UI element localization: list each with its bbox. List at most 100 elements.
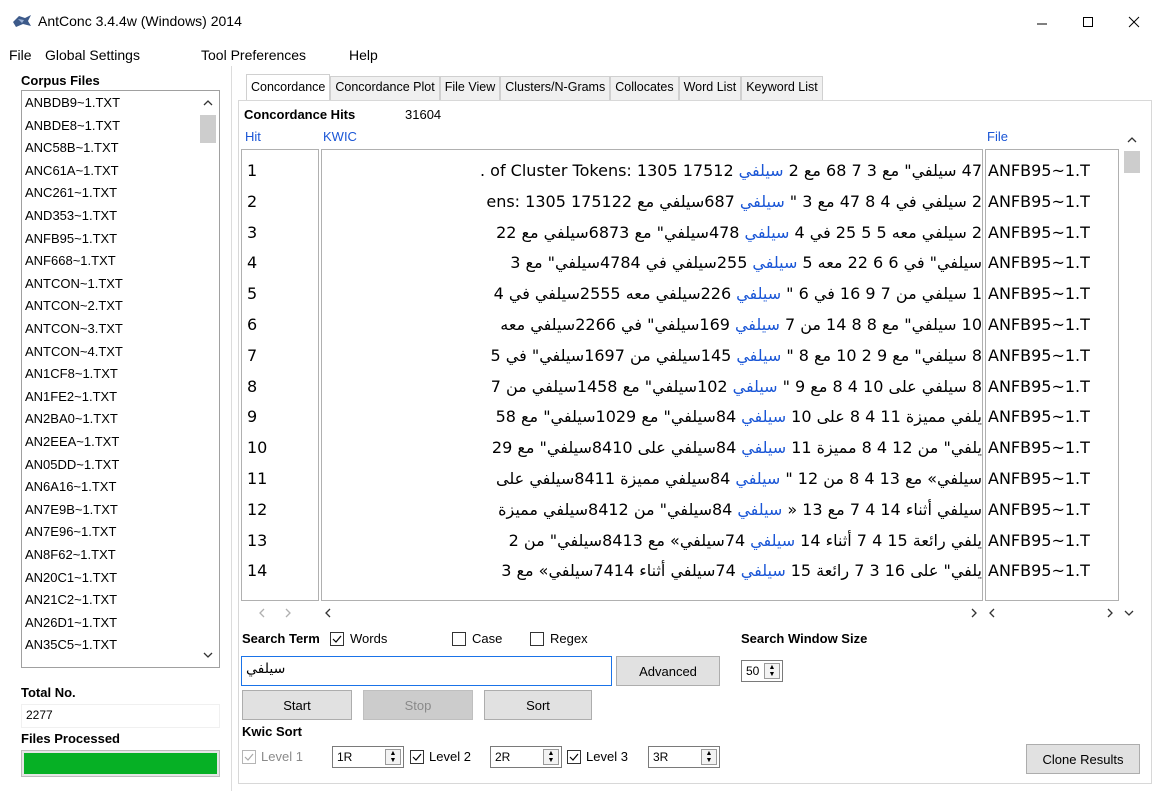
corpus-file-item[interactable]: AN2BA0~1.TXT — [25, 411, 118, 426]
search-term-input[interactable]: سيلفي — [241, 656, 612, 686]
kwic-line[interactable]: 84سيلفي مميزة 8411سيلفي على سيلفي سيلفي» م… — [496, 469, 982, 489]
file-name[interactable]: ANFB95~1.T — [988, 377, 1090, 397]
kwic-line[interactable]: 17512 1305 :of Cluster Tokens . سيلفي 47 س… — [480, 161, 982, 181]
kwic-keyword[interactable]: سيلفي — [735, 315, 780, 334]
kwic-keyword[interactable]: سيلفي — [740, 192, 785, 211]
file-name[interactable]: ANFB95~1.T — [988, 346, 1090, 366]
hit-number[interactable]: 1 — [247, 161, 257, 181]
spin-down-icon[interactable]: ▼ — [544, 757, 558, 764]
hit-number[interactable]: 10 — [247, 438, 267, 458]
tab-collocates[interactable]: Collocates — [610, 76, 679, 100]
corpus-file-item[interactable]: AN7E96~1.TXT — [25, 524, 116, 539]
words-checkbox[interactable] — [330, 632, 344, 646]
corpus-file-item[interactable]: ANTCON~3.TXT — [25, 321, 123, 336]
level3-checkbox[interactable] — [567, 750, 581, 764]
kwic-line[interactable]: 84سيلفي" من 8412سيلفي مميزة سيلفي سيلفي أث… — [498, 500, 982, 520]
file-name[interactable]: ANFB95~1.T — [988, 253, 1090, 273]
scroll-up-icon[interactable] — [1121, 131, 1143, 147]
advanced-button[interactable]: Advanced — [616, 656, 720, 686]
hit-number[interactable]: 5 — [247, 284, 257, 304]
menu-help[interactable]: Help — [349, 47, 378, 63]
corpus-file-item[interactable]: ANTCON~4.TXT — [25, 344, 123, 359]
corpus-list-scroll-thumb[interactable] — [200, 115, 216, 143]
file-column[interactable]: ANFB95~1.T ANFB95~1.T ANFB95~1.T ANFB95~1.T… — [985, 149, 1119, 601]
level1-checkbox[interactable] — [242, 750, 256, 764]
file-name[interactable]: ANFB95~1.T — [988, 407, 1090, 427]
corpus-file-item[interactable]: AN7E9B~1.TXT — [25, 502, 118, 517]
kwic-keyword[interactable]: سيلفي — [739, 161, 784, 180]
clone-results-button[interactable]: Clone Results — [1026, 744, 1140, 774]
kwic-line[interactable]: 226سيلفي معه 2555سيلفي في 4 سيلفي 1 سيلفي … — [494, 284, 982, 304]
kwic-hscroll[interactable] — [322, 604, 982, 622]
kwic-line[interactable]: 169سيلفي" في 2266سيلفي معه سيلفي 10 سيلفي"… — [500, 315, 982, 335]
corpus-file-item[interactable]: ANTCON~1.TXT — [25, 276, 123, 291]
hit-number[interactable]: 11 — [247, 469, 267, 489]
tab-word-list[interactable]: Word List — [678, 76, 742, 100]
corpus-file-item[interactable]: ANBDE8~1.TXT — [25, 118, 120, 133]
hit-number[interactable]: 2 — [247, 192, 257, 212]
tab-file-view[interactable]: File View — [439, 76, 501, 100]
file-name[interactable]: ANFB95~1.T — [988, 500, 1090, 520]
corpus-file-list[interactable]: AN35C5~1.TXT AN26D1~1.TXT AN21C2~1.TXT AN20… — [21, 90, 220, 668]
spinner-arrows[interactable]: ▲ ▼ — [701, 749, 717, 765]
corpus-file-item[interactable]: AN26D1~1.TXT — [25, 615, 117, 630]
tab-keyword-list[interactable]: Keyword List — [741, 76, 823, 100]
kwic-keyword[interactable]: سيلفي — [741, 561, 786, 580]
menu-global-settings[interactable]: Global Settings — [45, 47, 140, 63]
corpus-file-item[interactable]: AN05DD~1.TXT — [25, 457, 119, 472]
corpus-list-scrollbar[interactable] — [197, 91, 219, 667]
corpus-file-item[interactable]: AN2EEA~1.TXT — [25, 434, 119, 449]
kwic-keyword[interactable]: سيلفي — [741, 438, 786, 457]
kwic-line[interactable]: 145سيلفي من 1697سيلفي" في 5 سيلفي 8 سيلفي"… — [491, 346, 982, 366]
tab-concordance[interactable]: Concordance — [246, 74, 331, 100]
kwic-keyword[interactable]: سيلفي — [733, 377, 778, 396]
corpus-file-item[interactable]: AND353~1.TXT — [25, 208, 117, 223]
level2-checkbox[interactable] — [410, 750, 424, 764]
kwic-line[interactable]: 74سيلفي» مع 8413سيلفي" من 2 سيلفي يلفي رائ… — [509, 531, 982, 551]
scroll-up-icon[interactable] — [197, 93, 219, 111]
kwic-line[interactable]: 255سيلفي في 4784سيلفي" مع 3 سيلفي سيلفي" ف… — [510, 253, 982, 273]
regex-checkbox[interactable] — [530, 632, 544, 646]
hit-column[interactable]: 1 2 3 4 5 6 7 8 9 10 11 12 13 14 — [241, 149, 319, 601]
tab-concordance-plot[interactable]: Concordance Plot — [330, 76, 440, 100]
kwic-line[interactable]: 74سيلفي أثناء 7414سيلفي» مع 3 سيلفي يلفي" … — [501, 561, 982, 581]
stop-button[interactable]: Stop — [363, 690, 473, 720]
kwic-keyword[interactable]: سيلفي — [736, 284, 781, 303]
spinner-arrows[interactable]: ▲ ▼ — [764, 663, 780, 679]
hit-number[interactable]: 6 — [247, 315, 257, 335]
hit-number[interactable]: 14 — [247, 561, 267, 581]
menu-tool-preferences[interactable]: Tool Preferences — [201, 47, 306, 63]
spin-up-icon[interactable]: ▲ — [544, 750, 558, 757]
corpus-file-item[interactable]: AN6A16~1.TXT — [25, 479, 116, 494]
kwic-line[interactable]: 84سيلفي على 8410سيلفي" مع 29 سيلفي يلفي" م… — [492, 438, 982, 458]
kwic-line[interactable]: 102سيلفي" مع 1458سيلفي من 7 سيلفي 8 سيلفي … — [491, 377, 982, 397]
case-checkbox[interactable] — [452, 632, 466, 646]
corpus-file-item[interactable]: ANC261~1.TXT — [25, 185, 117, 200]
level3-spinner[interactable]: 3R ▲ ▼ — [648, 746, 720, 768]
corpus-file-item[interactable]: ANC58B~1.TXT — [25, 140, 119, 155]
corpus-file-item[interactable]: AN8F62~1.TXT — [25, 547, 116, 562]
file-hscroll[interactable] — [986, 604, 1146, 622]
file-name[interactable]: ANFB95~1.T — [988, 284, 1090, 304]
kwic-keyword[interactable]: سيلفي — [752, 253, 797, 272]
corpus-file-item[interactable]: AN1FE2~1.TXT — [25, 389, 117, 404]
panel-divider[interactable] — [231, 66, 232, 791]
kwic-keyword[interactable]: سيلفي — [744, 223, 789, 242]
hit-hscroll[interactable] — [256, 604, 316, 622]
hit-number[interactable]: 12 — [247, 500, 267, 520]
hit-number[interactable]: 8 — [247, 377, 257, 397]
sort-button[interactable]: Sort — [484, 690, 592, 720]
start-button[interactable]: Start — [242, 690, 352, 720]
corpus-file-item[interactable]: AN20C1~1.TXT — [25, 570, 117, 585]
spin-down-icon[interactable]: ▼ — [765, 671, 779, 678]
file-name[interactable]: ANFB95~1.T — [988, 315, 1090, 335]
file-name[interactable]: ANFB95~1.T — [988, 469, 1090, 489]
minimize-button[interactable] — [1019, 4, 1065, 40]
concordance-scrollbar[interactable] — [1121, 131, 1143, 601]
spin-down-icon[interactable]: ▼ — [702, 757, 716, 764]
hit-number[interactable]: 13 — [247, 531, 267, 551]
close-button[interactable] — [1111, 4, 1157, 40]
level2-spinner[interactable]: 2R ▲ ▼ — [490, 746, 562, 768]
file-name[interactable]: ANFB95~1.T — [988, 561, 1090, 581]
spin-up-icon[interactable]: ▲ — [765, 664, 779, 671]
